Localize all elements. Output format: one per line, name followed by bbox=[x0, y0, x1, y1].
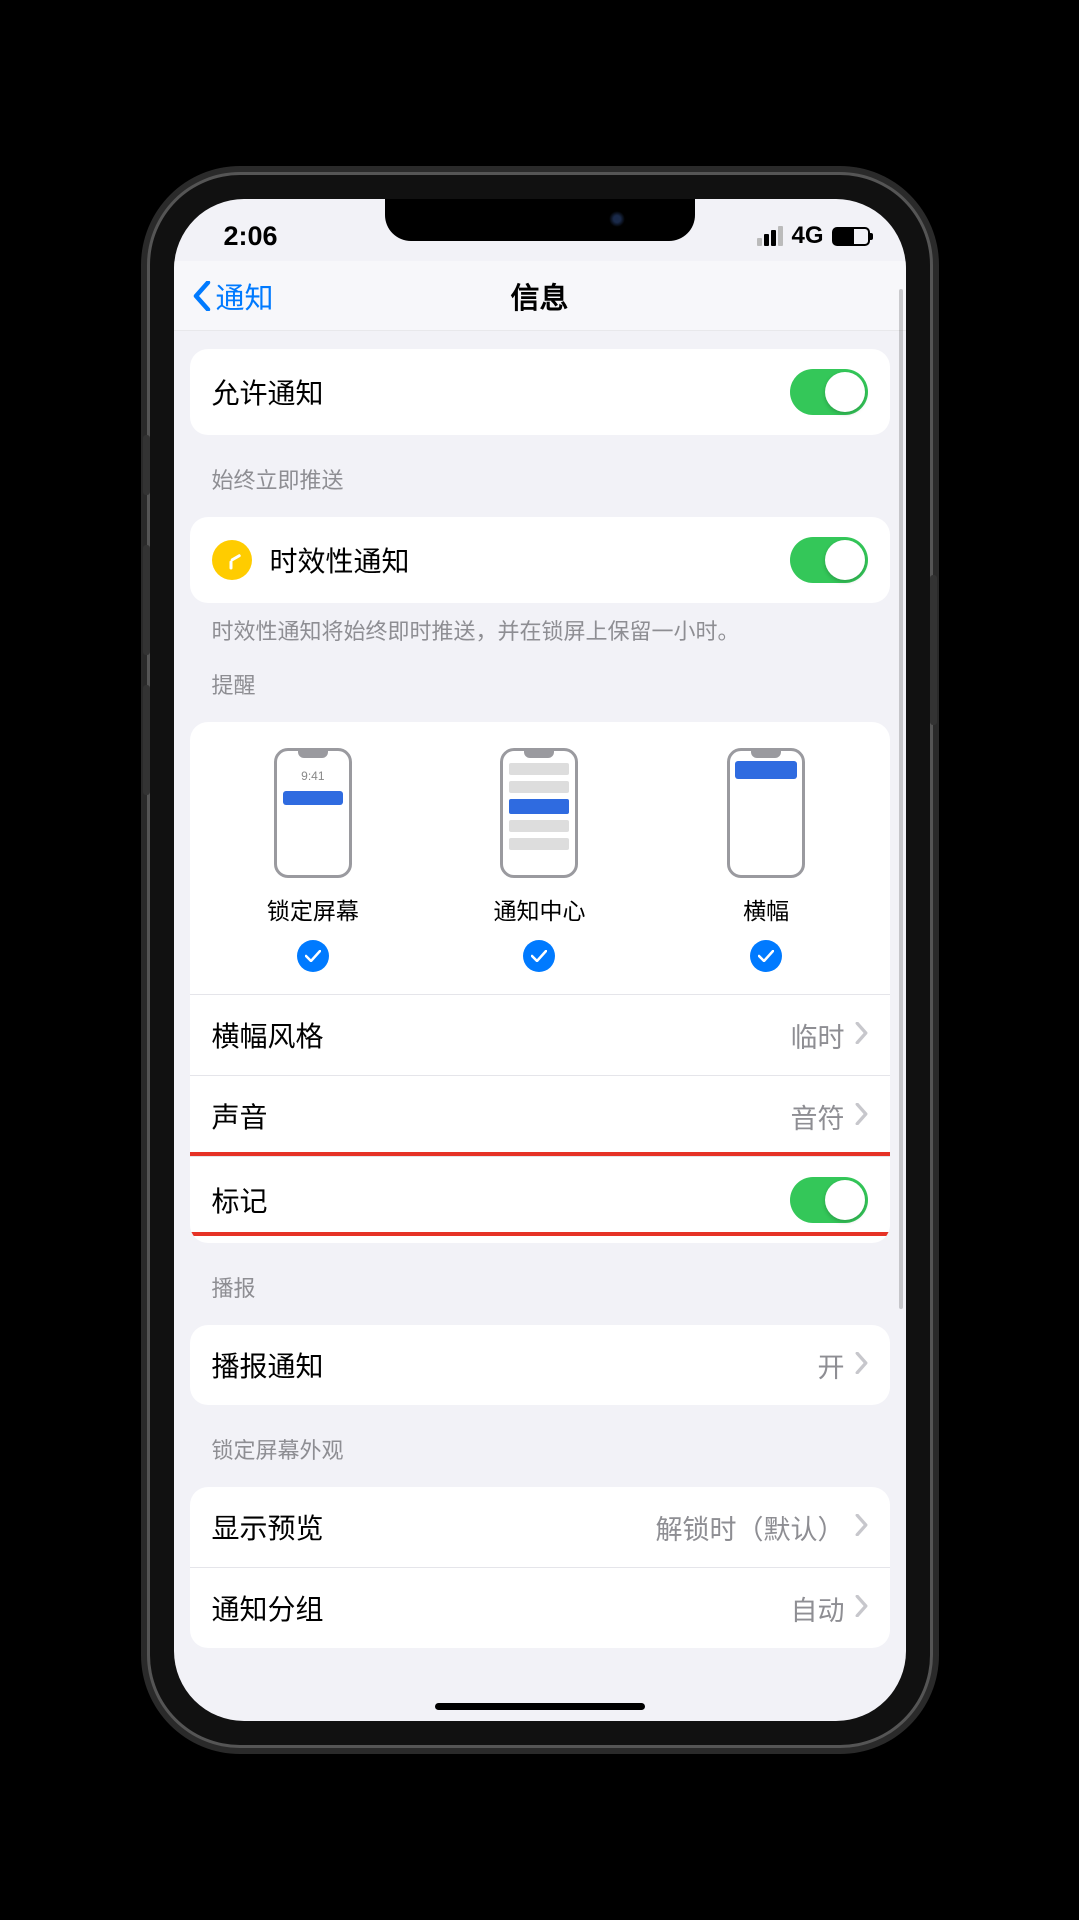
status-right: 4G bbox=[757, 222, 869, 250]
header-alerts: 提醒 bbox=[174, 648, 906, 708]
alert-option-banner[interactable]: 横幅 bbox=[691, 748, 841, 972]
phone-device-frame: 2:06 4G 通知 信息 允许通知 bbox=[150, 175, 930, 1745]
time-sensitive-label: 时效性通知 bbox=[270, 540, 410, 580]
lockscreen-preview-icon: 9:41 bbox=[274, 748, 352, 878]
back-label: 通知 bbox=[216, 275, 274, 317]
badges-label: 标记 bbox=[212, 1180, 268, 1220]
row-banner-style[interactable]: 横幅风格 临时 bbox=[190, 994, 890, 1075]
announce-label: 播报通知 bbox=[212, 1345, 324, 1385]
group-delivery: 时效性通知 bbox=[190, 517, 890, 603]
footer-delivery: 时效性通知将始终即时推送，并在锁屏上保留一小时。 bbox=[174, 603, 906, 648]
notch bbox=[385, 199, 695, 241]
lockscreen-label: 锁定屏幕 bbox=[267, 892, 359, 926]
group-alerts: 9:41 锁定屏幕 bbox=[190, 722, 890, 1243]
show-previews-value: 解锁时（默认） bbox=[656, 1508, 845, 1547]
banner-label: 横幅 bbox=[743, 892, 789, 926]
page-title: 信息 bbox=[174, 275, 906, 317]
header-announce: 播报 bbox=[174, 1243, 906, 1311]
row-time-sensitive[interactable]: 时效性通知 bbox=[190, 517, 890, 603]
preview-time: 9:41 bbox=[277, 769, 349, 783]
network-label: 4G bbox=[791, 222, 823, 250]
banner-check[interactable] bbox=[750, 940, 782, 972]
clock-icon bbox=[212, 540, 252, 580]
group-lockscreen-appearance: 显示预览 解锁时（默认） 通知分组 自动 bbox=[190, 1487, 890, 1648]
row-announce[interactable]: 播报通知 开 bbox=[190, 1325, 890, 1405]
center-label: 通知中心 bbox=[493, 892, 585, 926]
volume-up-button bbox=[143, 545, 150, 655]
lockscreen-check[interactable] bbox=[297, 940, 329, 972]
center-preview-icon bbox=[500, 748, 578, 878]
allow-label: 允许通知 bbox=[212, 372, 324, 412]
content: 允许通知 始终立即推送 时效性通知 时效性通知将始终即时推送，并在锁屏上保留一小… bbox=[174, 349, 906, 1668]
home-indicator[interactable] bbox=[435, 1703, 645, 1710]
allow-toggle[interactable] bbox=[790, 369, 868, 415]
row-badges[interactable]: 标记 bbox=[190, 1156, 890, 1243]
alert-option-lockscreen[interactable]: 9:41 锁定屏幕 bbox=[238, 748, 388, 972]
chevron-right-icon bbox=[855, 1512, 868, 1543]
chevron-right-icon bbox=[855, 1593, 868, 1624]
screen: 2:06 4G 通知 信息 允许通知 bbox=[174, 199, 906, 1721]
battery-icon bbox=[832, 227, 870, 246]
show-previews-label: 显示预览 bbox=[212, 1507, 324, 1547]
banner-style-value: 临时 bbox=[791, 1016, 845, 1055]
time-sensitive-toggle[interactable] bbox=[790, 537, 868, 583]
banner-style-label: 横幅风格 bbox=[212, 1015, 324, 1055]
center-check[interactable] bbox=[523, 940, 555, 972]
chevron-right-icon bbox=[855, 1350, 868, 1381]
grouping-label: 通知分组 bbox=[212, 1588, 324, 1628]
row-allow-notifications[interactable]: 允许通知 bbox=[190, 349, 890, 435]
row-sounds[interactable]: 声音 音符 bbox=[190, 1075, 890, 1156]
back-button[interactable]: 通知 bbox=[192, 275, 274, 317]
nav-bar: 通知 信息 bbox=[174, 261, 906, 331]
group-allow: 允许通知 bbox=[190, 349, 890, 435]
check-icon bbox=[305, 950, 321, 962]
badges-toggle[interactable] bbox=[790, 1177, 868, 1223]
banner-preview-icon bbox=[727, 748, 805, 878]
chevron-right-icon bbox=[855, 1101, 868, 1132]
status-time: 2:06 bbox=[224, 221, 278, 252]
signal-icon bbox=[757, 226, 783, 246]
sounds-label: 声音 bbox=[212, 1096, 268, 1136]
power-button bbox=[930, 575, 937, 725]
header-lockscreen-appearance: 锁定屏幕外观 bbox=[174, 1405, 906, 1473]
grouping-value: 自动 bbox=[791, 1589, 845, 1628]
row-notification-grouping[interactable]: 通知分组 自动 bbox=[190, 1567, 890, 1648]
scrollbar[interactable] bbox=[899, 289, 903, 1309]
announce-value: 开 bbox=[818, 1346, 845, 1385]
header-delivery: 始终立即推送 bbox=[174, 435, 906, 503]
group-announce: 播报通知 开 bbox=[190, 1325, 890, 1405]
sounds-value: 音符 bbox=[791, 1097, 845, 1136]
silent-switch bbox=[143, 435, 150, 495]
alert-option-center[interactable]: 通知中心 bbox=[464, 748, 614, 972]
check-icon bbox=[531, 950, 547, 962]
check-icon bbox=[758, 950, 774, 962]
chevron-right-icon bbox=[855, 1020, 868, 1051]
row-show-previews[interactable]: 显示预览 解锁时（默认） bbox=[190, 1487, 890, 1567]
alerts-options: 9:41 锁定屏幕 bbox=[190, 722, 890, 994]
chevron-left-icon bbox=[192, 281, 212, 311]
volume-down-button bbox=[143, 685, 150, 795]
